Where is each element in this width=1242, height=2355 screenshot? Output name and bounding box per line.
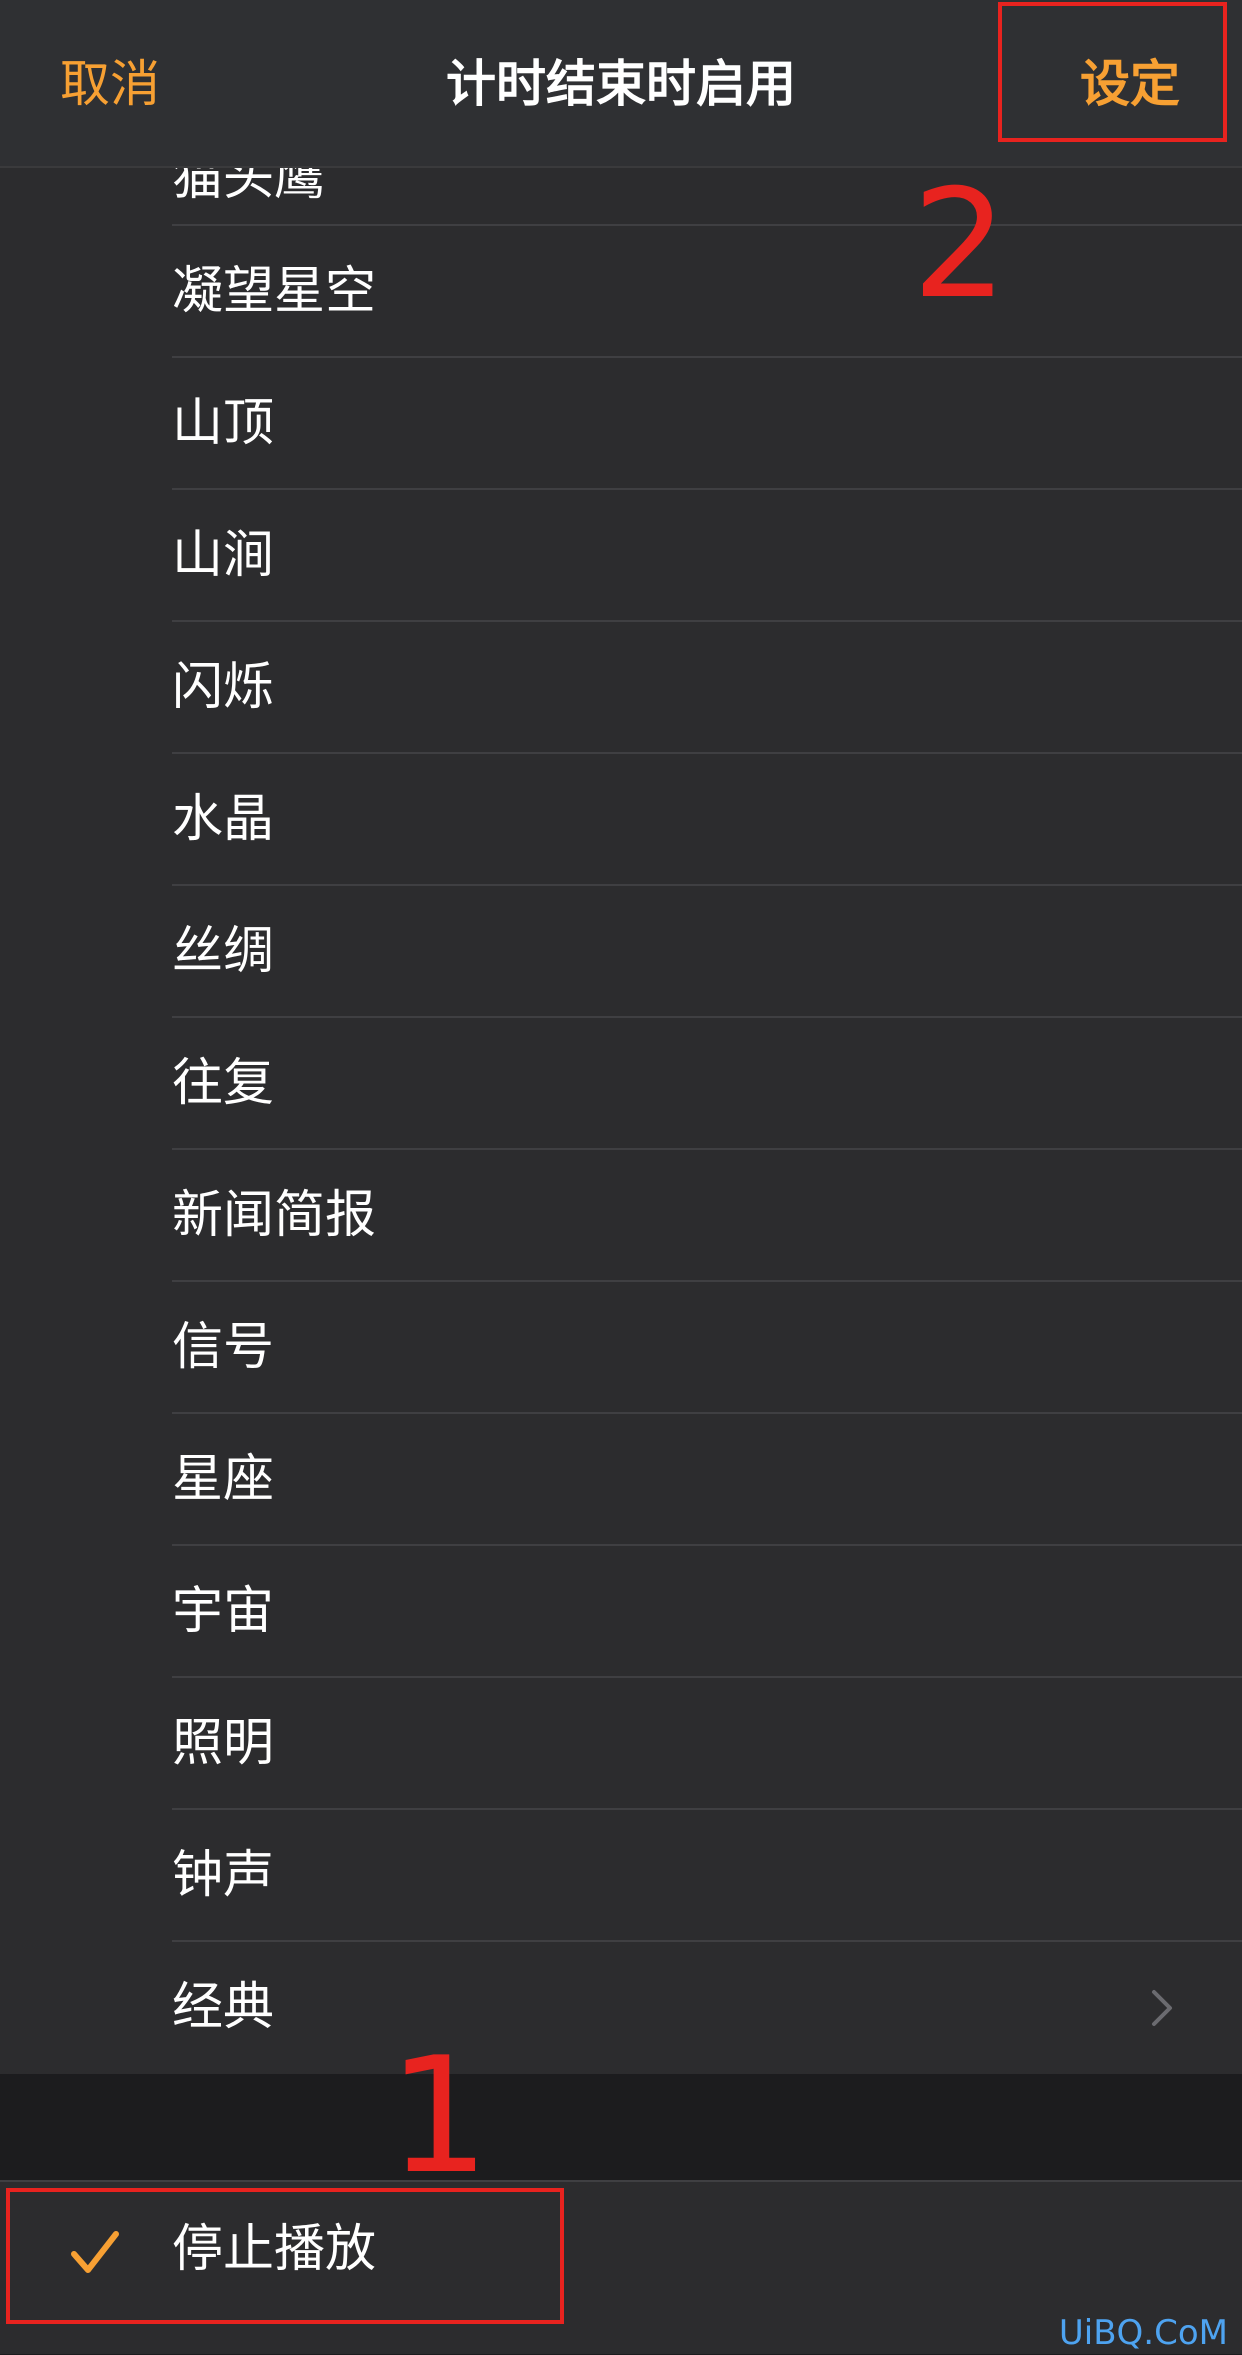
ringtone-label: 凝望星空 xyxy=(172,262,377,321)
ringtone-label: 闪烁 xyxy=(172,658,275,717)
annotation-step-one: 1 xyxy=(388,2022,490,2209)
ringtone-label: 星座 xyxy=(172,1450,275,1509)
ringtone-row[interactable]: 凝望星空 xyxy=(0,226,1242,358)
ringtone-row[interactable]: 闪烁 xyxy=(0,622,1242,754)
annotation-box-set-button xyxy=(998,2,1227,142)
ringtone-label: 新闻简报 xyxy=(172,1186,377,1245)
ringtone-label: 丝绸 xyxy=(172,922,275,981)
ringtone-label: 山涧 xyxy=(172,526,275,585)
ringtone-row[interactable]: 星座 xyxy=(0,1414,1242,1546)
ringtone-row[interactable]: 钟声 xyxy=(0,1810,1242,1942)
ringtone-label: 猫头鹰 xyxy=(172,160,326,207)
ringtone-row[interactable]: 山涧 xyxy=(0,490,1242,622)
ringtone-label: 水晶 xyxy=(172,790,275,849)
ringtone-row[interactable]: 猫头鹰 xyxy=(0,160,1242,226)
ringtone-label: 经典 xyxy=(172,1978,275,2037)
ringtone-list: 猫头鹰 凝望星空 山顶 山涧 闪烁 水晶 丝绸 往复 新闻简报 信号 星座 宇宙… xyxy=(0,160,1242,2074)
ringtone-row[interactable]: 山顶 xyxy=(0,358,1242,490)
chevron-right-icon xyxy=(1152,1990,1172,2026)
ringtone-label: 信号 xyxy=(172,1318,275,1377)
ringtone-label: 山顶 xyxy=(172,394,275,453)
ringtone-label: 宇宙 xyxy=(172,1582,275,1641)
ringtone-row[interactable]: 宇宙 xyxy=(0,1546,1242,1678)
annotation-step-two: 2 xyxy=(912,158,1008,332)
section-gap xyxy=(0,2074,1242,2180)
ringtone-label: 照明 xyxy=(172,1714,275,1773)
ringtone-row[interactable]: 照明 xyxy=(0,1678,1242,1810)
ringtone-row[interactable]: 往复 xyxy=(0,1018,1242,1150)
ringtone-label: 钟声 xyxy=(172,1846,275,1905)
ringtone-row[interactable]: 丝绸 xyxy=(0,886,1242,1018)
ringtone-row[interactable]: 新闻简报 xyxy=(0,1150,1242,1282)
ringtone-row[interactable]: 水晶 xyxy=(0,754,1242,886)
ringtone-row-classic[interactable]: 经典 xyxy=(0,1942,1242,2074)
ringtone-row[interactable]: 信号 xyxy=(0,1282,1242,1414)
watermark: UiBQ.CoM xyxy=(1058,2313,1228,2353)
ringtone-label: 往复 xyxy=(172,1054,275,1113)
